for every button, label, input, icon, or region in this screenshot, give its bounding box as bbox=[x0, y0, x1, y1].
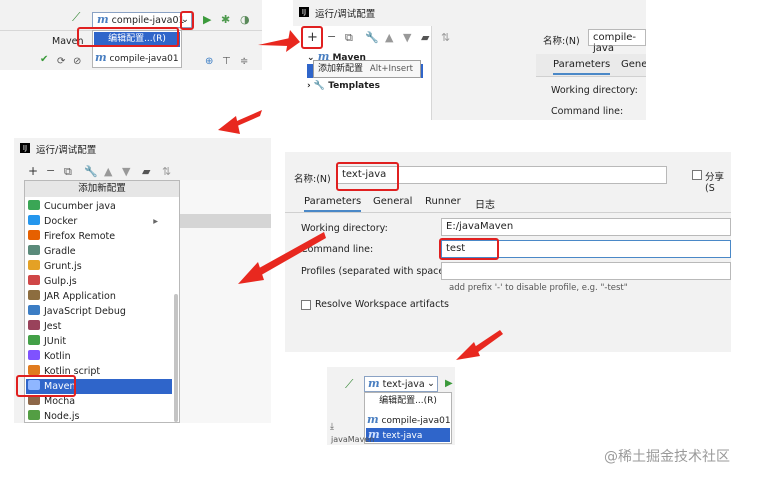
arrow-4 bbox=[456, 330, 503, 360]
watermark: @稀土掘金技术社区 bbox=[604, 449, 730, 465]
arrow-2 bbox=[218, 110, 262, 134]
arrow-3 bbox=[238, 232, 326, 284]
arrow-1 bbox=[258, 30, 300, 52]
flow-arrows bbox=[218, 30, 503, 360]
